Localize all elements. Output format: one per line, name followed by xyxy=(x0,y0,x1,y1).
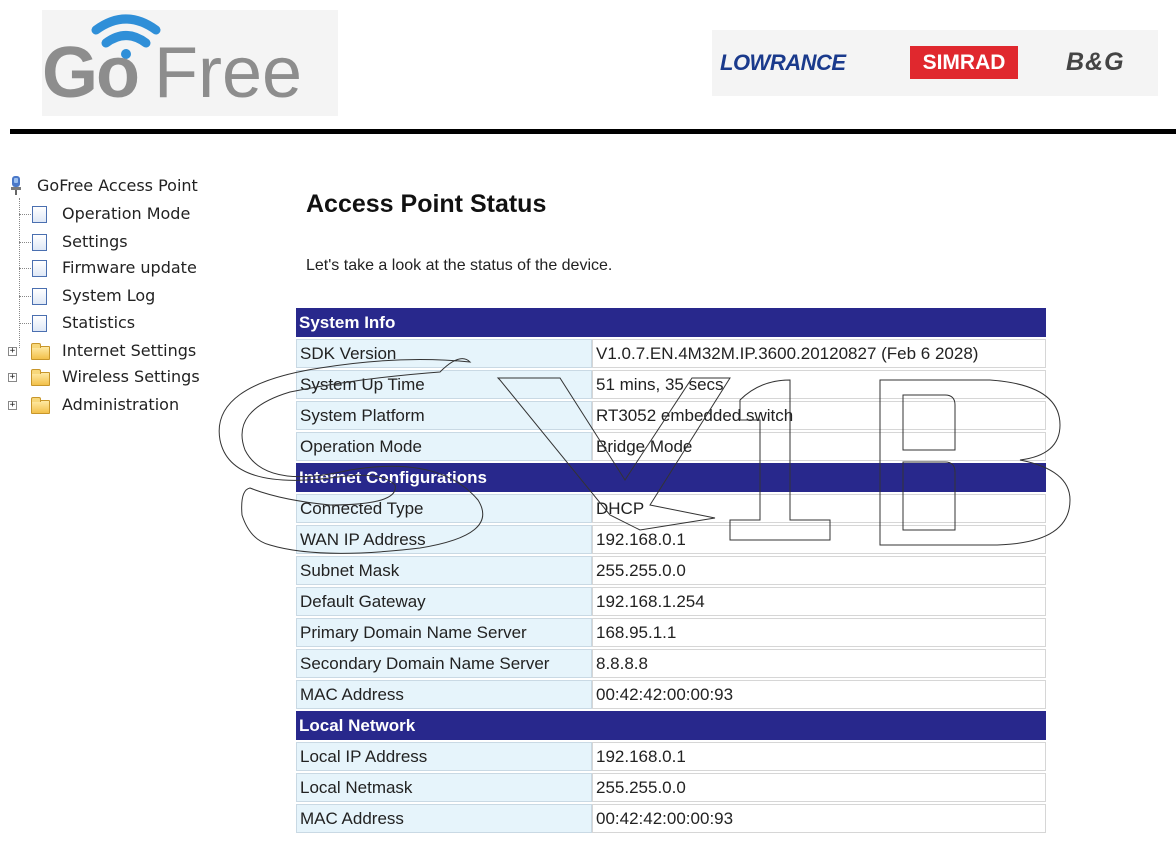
bg-logo: B&G xyxy=(1066,48,1125,76)
row-value: V1.0.7.EN.4M32M.IP.3600.20120827 (Feb 6 … xyxy=(592,339,1046,368)
row-value: 192.168.0.1 xyxy=(592,525,1046,554)
section-header-system-info: System Info xyxy=(296,308,1046,337)
tree-root-label: GoFree Access Point xyxy=(37,176,198,195)
table-row: Local IP Address 192.168.0.1 xyxy=(296,742,1046,771)
expand-icon[interactable]: + xyxy=(8,373,17,382)
row-label: Local IP Address xyxy=(296,742,592,771)
table-row: System Up Time 51 mins, 35 secs xyxy=(296,370,1046,399)
row-label: MAC Address xyxy=(296,680,592,709)
tree-connector xyxy=(19,323,31,324)
row-label: Connected Type xyxy=(296,494,592,523)
folder-icon xyxy=(31,343,50,360)
section-title: Local Network xyxy=(296,711,1046,740)
page-icon xyxy=(32,288,47,305)
tree-folder-label: Wireless Settings xyxy=(62,367,200,386)
tree-item-label: System Log xyxy=(62,286,156,305)
row-label: WAN IP Address xyxy=(296,525,592,554)
row-label: Subnet Mask xyxy=(296,556,592,585)
table-row: Operation Mode Bridge Mode xyxy=(296,432,1046,461)
tree-folder-label: Administration xyxy=(62,395,180,414)
row-value: Bridge Mode xyxy=(592,432,1046,461)
row-label: Local Netmask xyxy=(296,773,592,802)
table-row: Connected Type DHCP xyxy=(296,494,1046,523)
row-label: SDK Version xyxy=(296,339,592,368)
row-value: 00:42:42:00:00:93 xyxy=(592,804,1046,833)
folder-icon xyxy=(31,397,50,414)
status-table: System Info SDK Version V1.0.7.EN.4M32M.I… xyxy=(296,306,1046,835)
lowrance-logo: LOWRANCE xyxy=(720,50,846,75)
page-title: Access Point Status xyxy=(306,190,547,218)
row-label: System Platform xyxy=(296,401,592,430)
page-icon xyxy=(32,234,47,251)
access-point-icon xyxy=(11,176,21,195)
table-row: Subnet Mask 255.255.0.0 xyxy=(296,556,1046,585)
row-label: Default Gateway xyxy=(296,587,592,616)
row-value: 51 mins, 35 secs xyxy=(592,370,1046,399)
row-label: Primary Domain Name Server xyxy=(296,618,592,647)
page-icon xyxy=(32,315,47,332)
header: Go Free LOWRANCE SIMRAD B&G xyxy=(0,0,1176,140)
section-header-local-network: Local Network xyxy=(296,711,1046,740)
row-value: 8.8.8.8 xyxy=(592,649,1046,678)
table-row: WAN IP Address 192.168.0.1 xyxy=(296,525,1046,554)
row-value: 255.255.0.0 xyxy=(592,773,1046,802)
row-value: 255.255.0.0 xyxy=(592,556,1046,585)
brand-logos: LOWRANCE SIMRAD B&G xyxy=(712,30,1158,96)
table-row: Primary Domain Name Server 168.95.1.1 xyxy=(296,618,1046,647)
row-value: 192.168.1.254 xyxy=(592,587,1046,616)
row-value: 00:42:42:00:00:93 xyxy=(592,680,1046,709)
tree-connector xyxy=(19,214,31,215)
row-label: Operation Mode xyxy=(296,432,592,461)
section-title: System Info xyxy=(296,308,1046,337)
gofree-logo: Go Free xyxy=(42,10,338,116)
tree-folder-label: Internet Settings xyxy=(62,341,197,360)
logo-free-text: Free xyxy=(154,33,303,113)
section-title: Internet Configurations xyxy=(296,463,1046,492)
page-icon xyxy=(32,260,47,277)
table-row: Local Netmask 255.255.0.0 xyxy=(296,773,1046,802)
row-value: RT3052 embedded switch xyxy=(592,401,1046,430)
tree-item-label: Statistics xyxy=(62,313,136,332)
table-row: Secondary Domain Name Server 8.8.8.8 xyxy=(296,649,1046,678)
expand-icon[interactable]: + xyxy=(8,401,17,410)
tree-connector xyxy=(19,296,31,297)
header-divider xyxy=(10,129,1176,134)
row-value: 192.168.0.1 xyxy=(592,742,1046,771)
table-row: SDK Version V1.0.7.EN.4M32M.IP.3600.20120… xyxy=(296,339,1046,368)
tree-connector xyxy=(19,268,31,269)
page-icon xyxy=(32,206,47,223)
folder-icon xyxy=(31,369,50,386)
tree-item-label: Operation Mode xyxy=(62,204,191,223)
table-row: MAC Address 00:42:42:00:00:93 xyxy=(296,804,1046,833)
tree-item-label: Firmware update xyxy=(62,258,197,277)
row-value: DHCP xyxy=(592,494,1046,523)
table-row: Default Gateway 192.168.1.254 xyxy=(296,587,1046,616)
tree-item-label: Settings xyxy=(62,232,128,251)
section-header-internet-configurations: Internet Configurations xyxy=(296,463,1046,492)
tree-connector xyxy=(19,198,20,348)
row-label: MAC Address xyxy=(296,804,592,833)
tree-connector xyxy=(19,242,31,243)
table-row: System Platform RT3052 embedded switch xyxy=(296,401,1046,430)
row-label: Secondary Domain Name Server xyxy=(296,649,592,678)
logo-go-text: Go xyxy=(42,33,140,113)
expand-icon[interactable]: + xyxy=(8,347,17,356)
row-value: 168.95.1.1 xyxy=(592,618,1046,647)
page-intro: Let's take a look at the status of the d… xyxy=(306,257,613,274)
table-row: MAC Address 00:42:42:00:00:93 xyxy=(296,680,1046,709)
row-label: System Up Time xyxy=(296,370,592,399)
simrad-logo: SIMRAD xyxy=(910,46,1018,79)
